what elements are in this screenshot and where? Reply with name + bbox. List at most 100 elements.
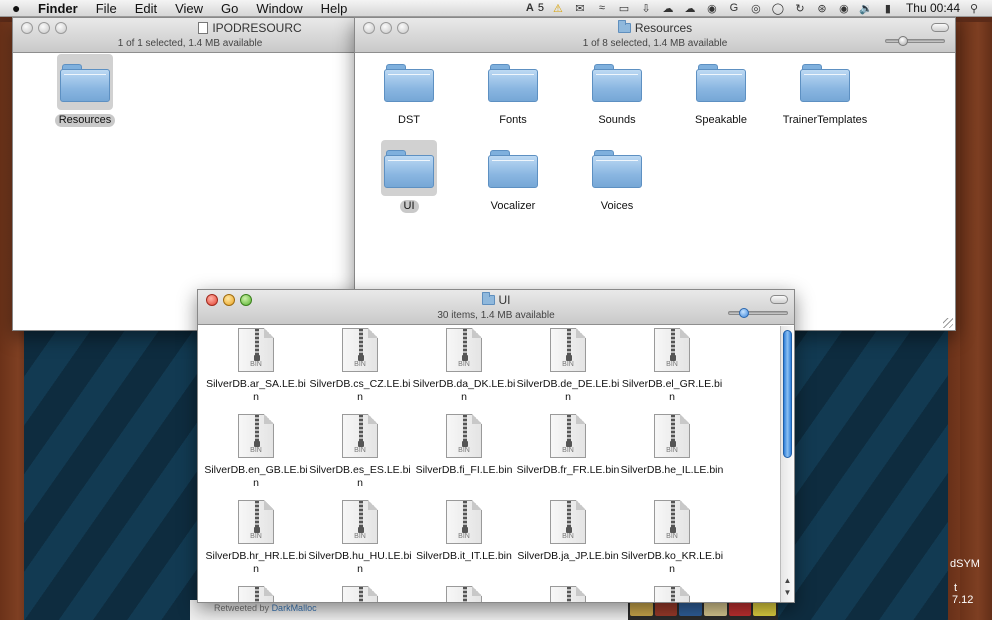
file-item[interactable]: BIN SilverDB.it_IT.LE.bin [412,500,516,563]
folder-icon [696,62,746,102]
file-item[interactable]: BIN SilverDB.hu_HU.LE.bin [308,500,412,576]
google-icon[interactable]: G [726,2,742,15]
bin-file-icon: BIN [446,328,482,372]
toolbar-toggle-button[interactable] [770,295,788,304]
file-item[interactable]: BIN SilverDB.fr_FR.LE.bin [516,414,620,477]
file-type-badge: BIN [458,533,470,540]
scrollbar-thumb[interactable] [783,330,792,458]
adobe-updater-icon[interactable]: A [522,2,538,15]
bin-file-icon [654,586,690,602]
file-item[interactable]: BIN SilverDB.fi_FI.LE.bin [412,414,516,477]
desktop-file-label-2[interactable]: t [954,582,957,594]
bin-file-icon: BIN [654,414,690,458]
chat-bubble-icon[interactable]: ◯ [770,2,786,15]
folder-item-dst[interactable]: DST [359,54,459,127]
file-item[interactable]: BIN SilverDB.cs_CZ.LE.bin [308,328,412,404]
folder-item-vocalizer[interactable]: Vocalizer [463,140,563,213]
bin-file-icon: BIN [446,414,482,458]
icon-size-slider[interactable] [885,36,945,46]
folder-item-speakable[interactable]: Speakable [671,54,771,127]
file-type-badge: BIN [250,533,262,540]
folder-icon [481,292,495,305]
file-item[interactable]: BIN SilverDB.hr_HR.LE.bin [204,500,308,576]
file-type-badge: BIN [666,361,678,368]
close-button[interactable] [21,22,33,34]
finder-window-ui: UI 30 items, 1.4 MB available BIN SilverD… [197,289,795,603]
file-type-badge: BIN [354,533,366,540]
download-icon[interactable]: ⇩ [638,2,654,15]
file-item[interactable]: BIN SilverDB.en_GB.LE.bin [204,414,308,490]
spotlight-search-icon[interactable]: ⚲ [966,2,982,15]
icon-size-slider[interactable] [728,308,788,318]
file-item[interactable]: BIN SilverDB.ja_JP.LE.bin [516,500,620,563]
file-name: SilverDB.it_IT.LE.bin [416,550,512,562]
scroll-up-arrow[interactable]: ▲ [781,576,794,588]
file-type-badge: BIN [458,447,470,454]
battery-icon[interactable]: ▮ [880,2,896,15]
file-item[interactable]: BIN SilverDB.ko_KR.LE.bin [620,500,724,576]
file-item[interactable]: BIN SilverDB.el_GR.LE.bin [620,328,724,404]
file-item-partial[interactable] [516,586,620,602]
folder-item-trainertemplates[interactable]: TrainerTemplates [775,54,875,127]
folder-item-resources[interactable]: Resources [35,54,135,127]
cloud-icon[interactable]: ☁ [660,2,676,15]
file-item[interactable]: BIN SilverDB.ar_SA.LE.bin [204,328,308,404]
file-item-partial[interactable] [412,586,516,602]
mail-icon[interactable]: ✉ [572,2,588,15]
folder-icon [800,62,850,102]
cloud-outline-icon[interactable]: ☁ [682,2,698,15]
volume-icon[interactable]: 🔉 [858,2,874,15]
wifi-sync-icon[interactable]: ≈ [594,2,610,15]
airplay-icon[interactable]: ▭ [616,2,632,15]
toolbar-toggle-button[interactable] [931,23,949,32]
folder-label: Sounds [598,114,636,126]
menu-finder[interactable]: Finder [38,1,78,16]
time-machine-icon[interactable]: ↻ [792,2,808,15]
folder-icon [384,148,434,188]
menu-edit[interactable]: Edit [135,1,157,16]
zoom-button[interactable] [55,22,67,34]
minimize-button[interactable] [38,22,50,34]
window-titlebar[interactable]: IPODRESOURC 1 of 1 selected, 1.4 MB avai… [13,18,367,53]
folder-item-voices[interactable]: Voices [567,140,667,213]
desktop-file-label[interactable]: dSYM [950,558,980,570]
desktop-file-label-3[interactable]: 7.12 [952,594,973,606]
wifi-icon[interactable]: ◉ [836,2,852,15]
file-item[interactable]: BIN SilverDB.de_DE.LE.bin [516,328,620,404]
folder-item-sounds[interactable]: Sounds [567,54,667,127]
file-type-badge: BIN [666,533,678,540]
resize-handle[interactable] [943,318,953,328]
menu-file[interactable]: File [96,1,117,16]
eye-icon[interactable]: ◉ [704,2,720,15]
menu-clock[interactable]: Thu 00:44 [906,1,960,15]
folder-icon [592,62,642,102]
folder-label: Resources [54,114,116,127]
retweet-user-link[interactable]: DarkMalloc [272,603,317,613]
bluetooth-icon[interactable]: ⊛ [814,2,830,15]
file-item-partial[interactable] [308,586,412,602]
file-item[interactable]: BIN SilverDB.es_ES.LE.bin [308,414,412,490]
menu-view[interactable]: View [175,1,203,16]
file-type-badge: BIN [354,361,366,368]
folder-item-fonts[interactable]: Fonts [463,54,563,127]
bin-file-icon [446,586,482,602]
file-item-partial[interactable] [620,586,724,602]
record-icon[interactable]: ◎ [748,2,764,15]
menu-window[interactable]: Window [256,1,302,16]
file-item[interactable]: BIN SilverDB.he_IL.LE.bin [620,414,724,477]
vertical-scrollbar[interactable]: ▲ ▼ [780,326,794,602]
window-status: 1 of 8 selected, 1.4 MB available [582,38,728,49]
bin-file-icon [342,586,378,602]
file-name: SilverDB.ja_JP.LE.bin [517,550,619,562]
window-titlebar[interactable]: UI 30 items, 1.4 MB available [198,290,794,325]
file-item-partial[interactable] [204,586,308,602]
window-titlebar[interactable]: Resources 1 of 8 selected, 1.4 MB availa… [355,18,955,53]
file-item[interactable]: BIN SilverDB.da_DK.LE.bin [412,328,516,404]
menu-go[interactable]: Go [221,1,238,16]
apple-menu-icon[interactable]: ● [12,0,28,16]
folder-item-ui[interactable]: UI [359,140,459,213]
window-status: 30 items, 1.4 MB available [437,310,555,321]
scroll-down-arrow[interactable]: ▼ [781,588,794,600]
menu-help[interactable]: Help [321,1,348,16]
warning-icon[interactable]: ⚠ [550,2,566,15]
